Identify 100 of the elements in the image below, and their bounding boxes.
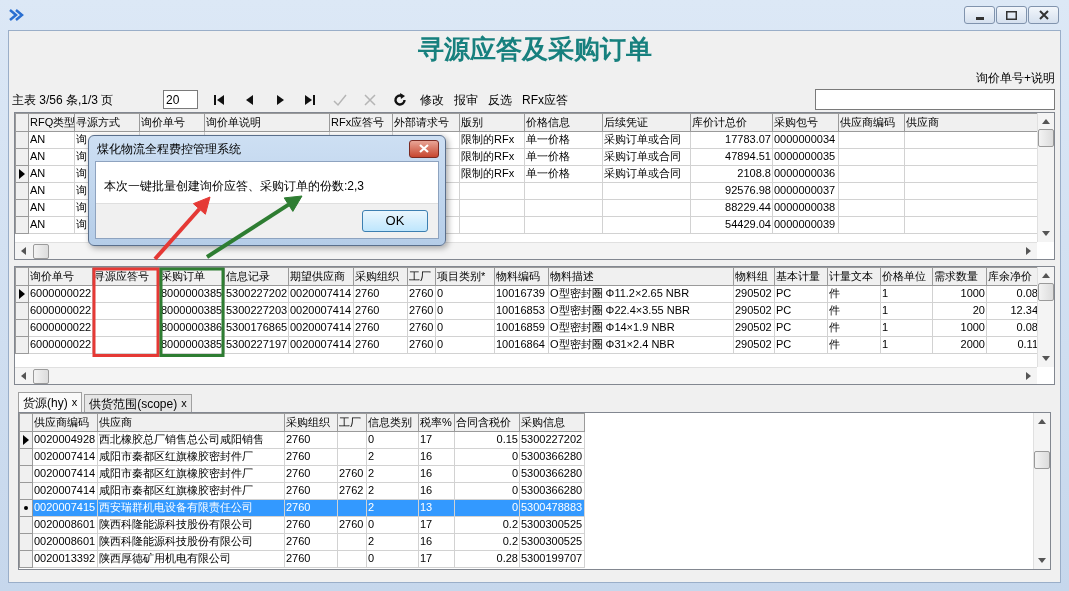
table-cell: 2760	[353, 336, 408, 353]
table-cell: 6000000022	[28, 319, 93, 336]
column-header[interactable]: 工厂	[407, 267, 436, 285]
page-size-field[interactable]: 20	[163, 90, 198, 109]
table-cell: 咸阳市秦都区红旗橡胶密封件厂	[97, 465, 285, 482]
close-button[interactable]	[1028, 6, 1059, 24]
table-cell: 0000000039	[772, 216, 839, 233]
column-header[interactable]: 供应商编码	[32, 413, 98, 431]
table-cell: 0	[435, 302, 495, 319]
scroll-thumb[interactable]	[1038, 129, 1054, 147]
search-field[interactable]	[815, 89, 1055, 110]
column-header[interactable]: 外部请求号	[392, 113, 460, 131]
scroll-thumb[interactable]	[33, 368, 49, 384]
column-header[interactable]: 需求数量	[932, 267, 987, 285]
table-cell: 单一价格	[524, 148, 603, 165]
table-cell: 件	[827, 302, 881, 319]
column-header[interactable]: 询价单说明	[204, 113, 330, 131]
column-header[interactable]: 计量文本	[827, 267, 881, 285]
column-header[interactable]: 工厂	[337, 413, 367, 431]
table-cell: 88229.44	[690, 199, 773, 216]
table-cell: 2760	[284, 465, 338, 482]
toolbar-button[interactable]: 修改	[415, 90, 449, 109]
table-cell: 2760	[284, 431, 338, 448]
table-cell: 0	[435, 285, 495, 302]
column-header[interactable]: 采购包号	[772, 113, 839, 131]
column-header[interactable]: 采购信息	[519, 413, 585, 431]
table-cell: 2	[366, 482, 419, 499]
vertical-scrollbar[interactable]	[1033, 413, 1050, 569]
table-cell: 陕西科隆能源科技股份有限公司	[97, 533, 285, 550]
table-cell: AN	[28, 148, 75, 165]
column-header[interactable]: 项目类别*	[435, 267, 495, 285]
horizontal-scrollbar[interactable]	[15, 367, 1037, 384]
tab[interactable]: 供货范围(scope) x	[84, 394, 192, 412]
table-cell: 6000000022	[28, 336, 93, 353]
table-cell: 1000	[932, 319, 987, 336]
column-header[interactable]: 税率%	[418, 413, 455, 431]
table-cell: 限制的RFx	[459, 165, 525, 182]
table-cell: 采购订单或合同	[602, 131, 691, 148]
table-cell: 0020007414	[288, 336, 354, 353]
column-header[interactable]: 物料描述	[548, 267, 734, 285]
scroll-thumb[interactable]	[33, 243, 49, 259]
column-header[interactable]: 询价单号	[139, 113, 205, 131]
column-header[interactable]: 询价单号	[28, 267, 93, 285]
tab[interactable]: 货源(hy) x	[18, 392, 83, 412]
table-cell: 0000000035	[772, 148, 839, 165]
minimize-button[interactable]	[964, 6, 995, 24]
column-header[interactable]: RFQ类型	[28, 113, 75, 131]
column-header[interactable]: 物料编码	[494, 267, 549, 285]
scroll-thumb[interactable]	[1038, 283, 1054, 301]
toolbar-button[interactable]: 报审	[449, 90, 483, 109]
vertical-scrollbar[interactable]	[1037, 267, 1054, 367]
table-cell: 采购订单或合同	[602, 165, 691, 182]
table-cell: AN	[28, 182, 75, 199]
column-header[interactable]: 供应商	[97, 413, 285, 431]
table-cell: 17	[418, 516, 455, 533]
close-icon	[417, 143, 431, 154]
column-header[interactable]: 供应商	[904, 113, 1037, 131]
column-header[interactable]: 供应商编码	[838, 113, 905, 131]
table-cell: 5300366280	[519, 482, 585, 499]
column-header[interactable]: 信息记录	[224, 267, 289, 285]
column-header[interactable]: 期望供应商	[288, 267, 354, 285]
toolbar-button[interactable]: RFx应答	[517, 90, 573, 109]
table-cell: 2760	[337, 516, 367, 533]
table-cell: 2760	[284, 516, 338, 533]
column-header[interactable]: 合同含税价	[454, 413, 520, 431]
table-cell: 0	[366, 516, 419, 533]
table-cell: 1	[880, 319, 933, 336]
vertical-scrollbar[interactable]	[1037, 113, 1054, 242]
column-header[interactable]: 采购组织	[353, 267, 408, 285]
minimize-icon	[975, 16, 984, 20]
table-cell: 限制的RFx	[459, 131, 525, 148]
table-cell: 47894.51	[690, 148, 773, 165]
column-header[interactable]: 价格信息	[524, 113, 603, 131]
column-header[interactable]: 后续凭证	[602, 113, 691, 131]
column-header[interactable]: 版别	[459, 113, 525, 131]
column-header[interactable]: 库价计总价	[690, 113, 773, 131]
table-cell: 2	[366, 465, 419, 482]
column-header[interactable]: 寻源方式	[74, 113, 140, 131]
column-header[interactable]: 信息类别	[366, 413, 419, 431]
horizontal-scrollbar[interactable]	[15, 242, 1037, 259]
toolbar-button[interactable]: 反选	[483, 90, 517, 109]
column-header[interactable]: 基本计量	[774, 267, 828, 285]
table-cell: 10016864	[494, 336, 549, 353]
table-cell: 10016739	[494, 285, 549, 302]
refresh-icon	[392, 91, 408, 108]
column-header[interactable]: 库余净价	[986, 267, 1037, 285]
maximize-button[interactable]	[996, 6, 1027, 24]
ok-button[interactable]: OK	[362, 210, 428, 232]
column-header[interactable]: 物料组	[733, 267, 775, 285]
table-cell: 1	[880, 285, 933, 302]
tab-close-button[interactable]: x	[181, 395, 187, 412]
column-header[interactable]: 价格单位	[880, 267, 933, 285]
tab-close-button[interactable]: x	[71, 394, 78, 411]
table-cell: O型密封圈 Φ31×2.4 NBR	[548, 336, 734, 353]
close-button[interactable]	[409, 139, 439, 158]
table-cell: 17	[418, 550, 455, 567]
table-cell: 16	[418, 465, 455, 482]
scroll-thumb[interactable]	[1034, 451, 1050, 469]
column-header[interactable]: 采购组织	[284, 413, 338, 431]
column-header[interactable]: RFx应答号	[329, 113, 393, 131]
